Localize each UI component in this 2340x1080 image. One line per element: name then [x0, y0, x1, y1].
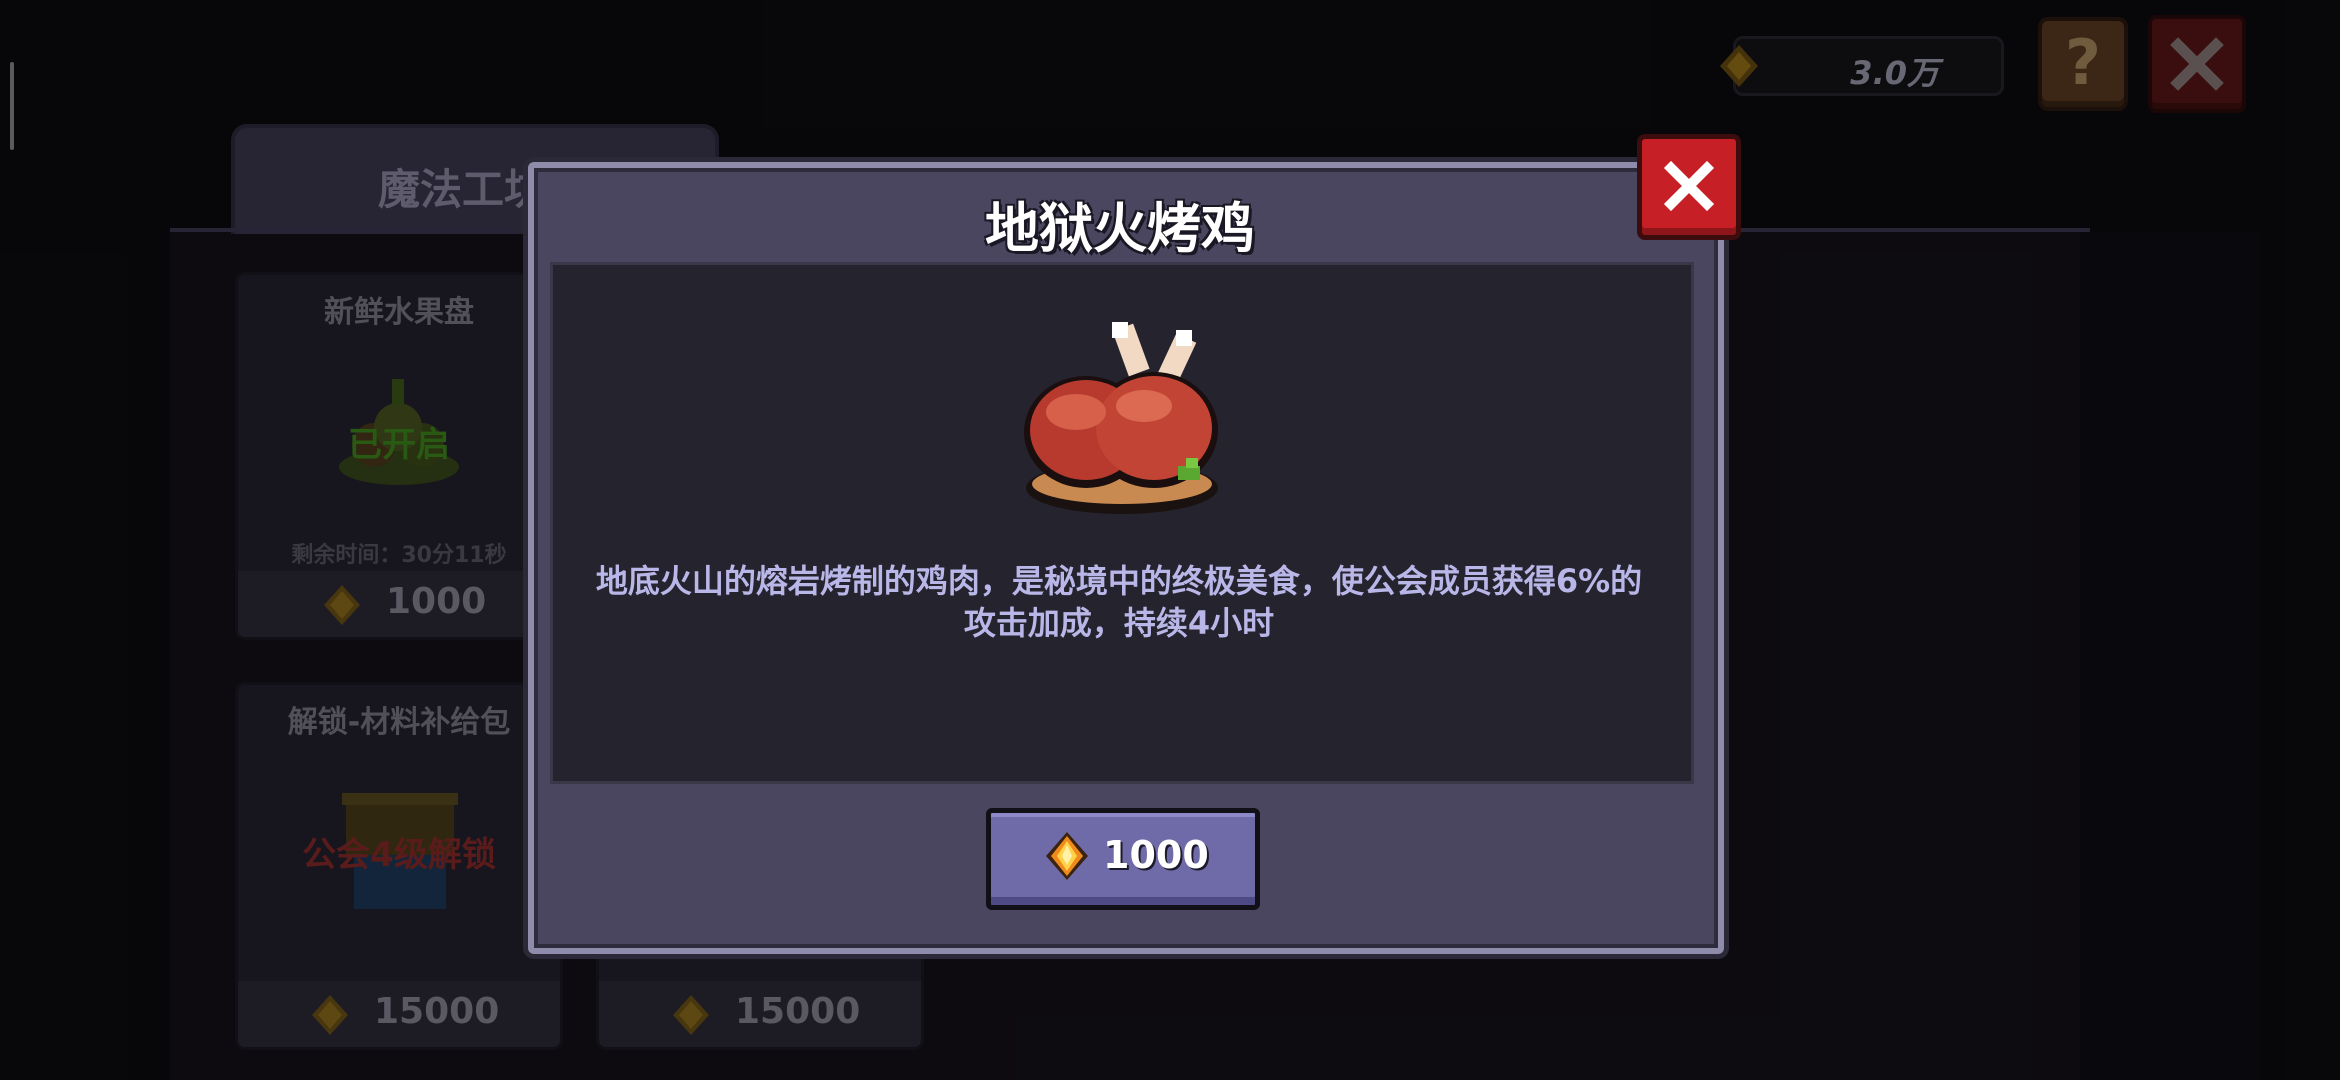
- close-icon: [1663, 160, 1715, 212]
- buy-price: 1000: [1103, 833, 1209, 877]
- buy-button[interactable]: 1000: [986, 808, 1260, 910]
- close-dialog-button[interactable]: [1637, 134, 1741, 240]
- dialog-title: 地狱火烤鸡: [985, 197, 1255, 260]
- roast-chicken-icon: [1024, 322, 1218, 514]
- description-line-2: 攻击加成，持续4小时: [963, 604, 1275, 642]
- item-description: 地底火山的熔岩烤制的鸡肉，是秘境中的终极美食，使公会成员获得6%的 攻击加成，持…: [560, 560, 1678, 644]
- gem-icon: [1046, 832, 1088, 880]
- description-line-1: 地底火山的熔岩烤制的鸡肉，是秘境中的终极美食，使公会成员获得6%的: [595, 562, 1643, 600]
